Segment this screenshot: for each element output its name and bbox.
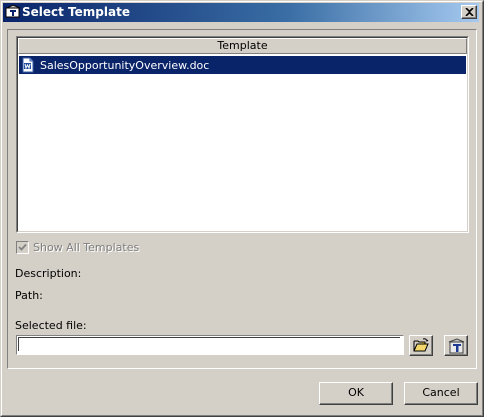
close-button[interactable] [461,5,477,19]
template-app-icon [5,4,21,20]
show-all-templates-label: Show All Templates [33,241,140,254]
title-bar[interactable]: Select Template [3,3,479,22]
ok-button[interactable]: OK [319,382,393,405]
template-icon [448,338,465,354]
selected-file-input[interactable] [18,337,400,351]
description-label: Description: [15,267,82,280]
column-header-template[interactable]: Template [18,38,467,54]
browse-button[interactable] [409,335,433,356]
selected-file-label: Selected file: [15,319,87,332]
checkmark-icon [18,243,27,251]
open-folder-icon [413,338,429,352]
selected-file-field[interactable] [16,335,404,355]
checkbox-box[interactable] [16,241,29,254]
close-icon [465,8,474,16]
template-library-button[interactable] [444,335,468,356]
list-item[interactable]: SalesOpportunityOverview.doc [19,56,466,74]
path-label: Path: [15,289,43,302]
select-template-dialog: Select Template Template SalesOpportunit… [0,0,484,417]
template-list[interactable]: Template SalesOpportunityOverview.doc [16,36,469,233]
dialog-title: Select Template [22,5,130,19]
template-file-name: SalesOpportunityOverview.doc [40,59,210,72]
word-document-icon [20,57,36,73]
cancel-button[interactable]: Cancel [404,382,478,405]
